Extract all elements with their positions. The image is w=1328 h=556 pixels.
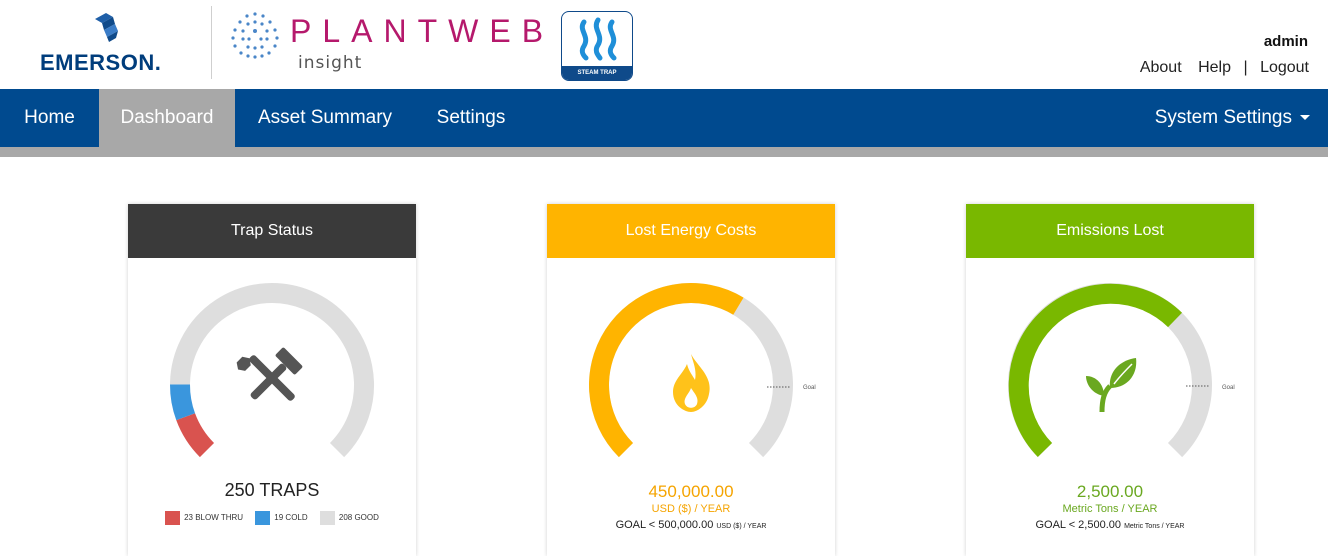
emissions-lost-goal: GOAL < 2,500.00 Metric Tons / YEAR [966, 519, 1254, 531]
lost-energy-goal-unit: USD ($) / YEAR [716, 523, 767, 530]
lost-energy-value: 450,000.00 [648, 482, 734, 501]
legend-swatch-cold [255, 511, 271, 525]
emerson-wordmark: EMERSON. [40, 50, 162, 75]
legend-blow-thru: 23 BLOW THRU [165, 511, 244, 525]
trap-status-gauge [169, 283, 374, 458]
lost-energy-unit: USD ($) / YEAR [651, 503, 731, 515]
nav-settings[interactable]: Settings [415, 89, 527, 147]
legend-good: 208 GOOD [319, 511, 379, 525]
gauge-segment-blow-thru [176, 412, 215, 458]
plantweb-subtitle: insight [298, 53, 363, 73]
emerson-mark-icon [95, 13, 118, 42]
gauge-segment-cold [169, 384, 196, 421]
logout-link[interactable]: Logout [1260, 59, 1309, 77]
energy-gauge-value-arc [589, 283, 744, 458]
top-links: About Help | Logout [1140, 59, 1309, 77]
chevron-down-icon [1300, 115, 1310, 121]
goal-marker-label: Goal [803, 385, 816, 391]
legend-swatch-good [319, 511, 335, 525]
lost-energy-gauge: Goal [589, 283, 816, 458]
lost-energy-goal: GOAL < 500,000.00 USD ($) / YEAR [547, 519, 835, 531]
trap-status-title: Trap Status [128, 204, 416, 258]
nav-home[interactable]: Home [0, 89, 99, 147]
system-settings-label: System Settings [1154, 107, 1292, 128]
legend-cold: 19 COLD [255, 511, 308, 525]
trap-status-card: Trap Status 250 TRAPS 23 BLOW THRU 19 CO… [128, 204, 416, 556]
emissions-lost-title: Emissions Lost [966, 204, 1254, 258]
nav-dashboard[interactable]: Dashboard [99, 89, 235, 147]
app-header: EMERSON. PLANTWEB insight STEAM TRAP adm… [0, 0, 1328, 89]
gauge-segment-good [170, 283, 374, 458]
system-settings-dropdown[interactable]: System Settings [1155, 89, 1310, 147]
lost-energy-goal-text: GOAL < 500,000.00 [615, 519, 714, 531]
leaf-icon [1086, 358, 1137, 413]
emerson-logo[interactable]: EMERSON. [40, 10, 175, 80]
emissions-lost-card: Emissions Lost Goal 2,500.00 Metric Tons… [966, 204, 1254, 556]
legend-label-blow-thru: 23 BLOW THRU [184, 513, 244, 523]
goal-marker-label: Goal [1222, 385, 1235, 391]
nav-asset-summary[interactable]: Asset Summary [235, 89, 415, 147]
emissions-lost-unit: Metric Tons / YEAR [1062, 503, 1158, 515]
lost-energy-card: Lost Energy Costs Goal 450,000.00 USD ($… [547, 204, 835, 556]
steam-trap-badge-label: STEAM TRAP [562, 66, 632, 80]
username: admin [1263, 33, 1308, 50]
about-link[interactable]: About [1140, 59, 1182, 77]
navbar-underline [0, 147, 1328, 157]
link-separator: | [1243, 59, 1248, 76]
steam-trap-badge: STEAM TRAP [561, 11, 633, 81]
emissions-lost-goal-unit: Metric Tons / YEAR [1124, 523, 1185, 530]
tools-icon [236, 347, 303, 401]
trap-total-count: 250 TRAPS [224, 480, 320, 500]
legend-label-cold: 19 COLD [274, 513, 308, 523]
lost-energy-title: Lost Energy Costs [547, 204, 835, 258]
emissions-lost-gauge: Goal [1008, 283, 1235, 458]
flame-icon [673, 354, 710, 412]
trap-status-legend: 23 BLOW THRU 19 COLD 208 GOOD [128, 511, 416, 525]
emissions-lost-value: 2,500.00 [1076, 482, 1144, 501]
emissions-gauge-value-arc [1008, 283, 1183, 458]
emissions-lost-goal-text: GOAL < 2,500.00 [1035, 519, 1121, 531]
plantweb-title: PLANTWEB [290, 13, 555, 49]
legend-swatch-blow-thru [165, 511, 181, 525]
main-navbar: Home Dashboard Asset Summary Settings Sy… [0, 89, 1328, 147]
plantweb-dots-icon [231, 12, 279, 59]
help-link[interactable]: Help [1198, 59, 1231, 77]
header-divider [211, 6, 212, 79]
steam-icon [579, 17, 617, 61]
legend-label-good: 208 GOOD [338, 513, 379, 523]
